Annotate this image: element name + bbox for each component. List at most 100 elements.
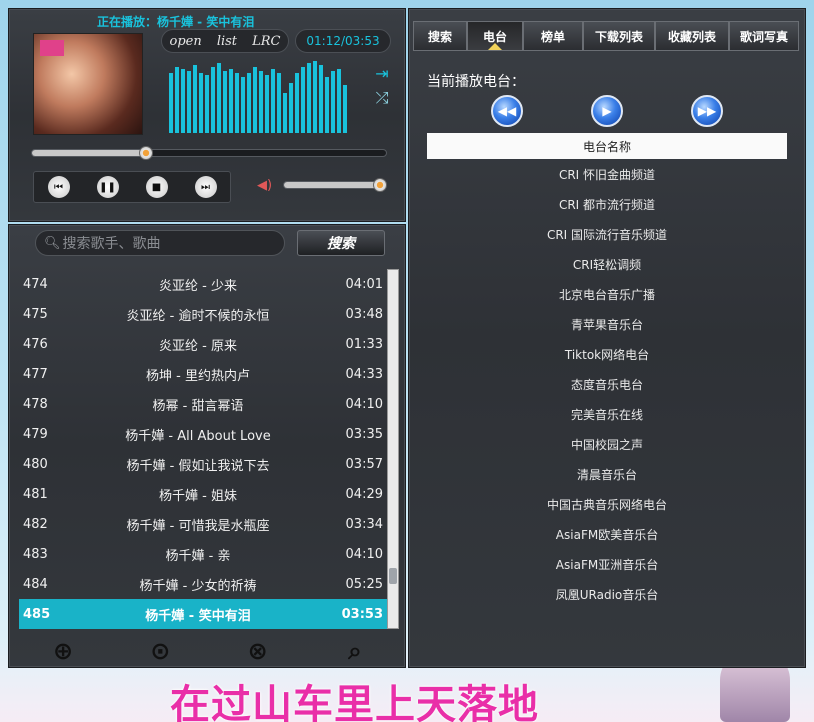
spectrum-bar (283, 93, 287, 133)
spectrum-bar (175, 67, 179, 133)
table-row[interactable]: 483 杨千嬅 - 亲 04:10 (19, 539, 387, 569)
song-dur: 03:35 (345, 426, 383, 442)
lrc-button[interactable]: LRC (252, 34, 280, 49)
progress-bar[interactable] (31, 146, 387, 160)
table-row[interactable]: 480 杨千嬅 - 假如让我说下去 03:57 (19, 449, 387, 479)
spectrum-bar (169, 73, 173, 133)
table-row[interactable]: 481 杨千嬅 - 姐妹 04:29 (19, 479, 387, 509)
station-list: CRI 怀旧金曲频道 CRI 都市流行频道 CRI 国际流行音乐频道 CRI轻松调频北… (427, 159, 787, 609)
locate-icon[interactable]: ⊙ (146, 637, 174, 665)
station-item[interactable]: CRI 怀旧金曲频道 (427, 159, 787, 189)
table-row[interactable]: 484 杨千嬅 - 少女的祈祷 05:25 (19, 569, 387, 599)
table-row[interactable]: 476 炎亚纶 - 原来 01:33 (19, 329, 387, 359)
song-title: 杨千嬅 - All About Love (125, 428, 271, 444)
station-item[interactable]: 清晨音乐台 (427, 459, 787, 489)
search-icon: 🔍︎ (44, 235, 61, 251)
song-num: 484 (23, 576, 48, 592)
previous-button[interactable]: ⏮ (47, 176, 70, 198)
song-title: 炎亚纶 - 逾时不候的永恒 (126, 308, 270, 324)
search-button[interactable]: 搜索 (297, 230, 385, 256)
spectrum-bar (217, 63, 221, 133)
song-title: 杨幂 - 甜言幂语 (152, 398, 244, 414)
tab-search[interactable]: 搜索 (413, 21, 467, 51)
playlist-panel: 🔍︎ 搜索歌手、歌曲 搜索 474 炎亚纶 - 少来 04:01 475 炎亚纶 - 逾… (8, 224, 406, 668)
playlist-scrollbar[interactable] (387, 269, 399, 629)
radio-previous-button[interactable]: ◀◀ (491, 95, 523, 127)
table-row[interactable]: 477 杨坤 - 里约热内卢 04:33 (19, 359, 387, 389)
volume-icon[interactable]: ◀) (257, 178, 272, 193)
player-panel: 正在播放：杨千嬅 - 笑中有泪 open list LRC 01:12/03:5… (8, 8, 406, 222)
spectrum-bar (343, 85, 347, 133)
tab-lyrics-photo[interactable]: 歌词写真 (729, 21, 799, 51)
station-item[interactable]: CRI 都市流行频道 (427, 189, 787, 219)
progress-knob[interactable] (138, 146, 153, 160)
previous-icon: ⏮ (54, 181, 63, 193)
volume-fill (284, 182, 379, 188)
station-item[interactable]: 凤凰URadio音乐台 (427, 579, 787, 609)
table-row[interactable]: 478 杨幂 - 甜言幂语 04:10 (19, 389, 387, 419)
mode-bar: open list LRC (161, 29, 289, 53)
station-item[interactable]: AsiaFM亚洲音乐台 (427, 549, 787, 579)
exit-icon[interactable]: ⇥ (373, 65, 391, 83)
list-button[interactable]: list (217, 34, 237, 49)
song-num: 479 (23, 426, 48, 442)
stop-icon: ■ (151, 181, 162, 193)
radio-controls: ◀◀ ▶ ▶▶ (491, 95, 723, 129)
song-dur: 04:10 (345, 546, 383, 562)
next-button[interactable]: ⏭ (194, 176, 217, 198)
find-icon[interactable]: ⌕ (341, 637, 369, 665)
song-dur: 03:57 (345, 456, 383, 472)
spectrum-bar (331, 71, 335, 133)
stop-button[interactable]: ■ (145, 176, 168, 198)
station-item[interactable]: 中国校园之声 (427, 429, 787, 459)
tab-bar: 搜索 电台 榜单 下载列表 收藏列表 歌词写真 (413, 21, 801, 51)
tab-charts[interactable]: 榜单 (523, 21, 583, 51)
volume-knob[interactable] (372, 178, 387, 192)
station-item[interactable]: 北京电台音乐广播 (427, 279, 787, 309)
table-row[interactable]: 479 杨千嬅 - All About Love 03:35 (19, 419, 387, 449)
table-row[interactable]: 485 杨千嬅 - 笑中有泪 03:53 (19, 599, 387, 629)
radio-next-button[interactable]: ▶▶ (691, 95, 723, 127)
station-item[interactable]: 完美音乐在线 (427, 399, 787, 429)
table-row[interactable]: 482 杨千嬅 - 可惜我是水瓶座 03:34 (19, 509, 387, 539)
song-title: 炎亚纶 - 原来 (159, 338, 237, 354)
spectrum-bar (265, 75, 269, 133)
open-button[interactable]: open (170, 34, 202, 49)
table-row[interactable]: 475 炎亚纶 - 逾时不候的永恒 03:48 (19, 299, 387, 329)
add-icon[interactable]: ⊕ (49, 637, 77, 665)
radio-play-button[interactable]: ▶ (591, 95, 623, 127)
tab-radio[interactable]: 电台 (467, 21, 523, 51)
spectrum-bar (205, 75, 209, 133)
pause-button[interactable]: ❚❚ (96, 176, 119, 198)
station-item[interactable]: 态度音乐电台 (427, 369, 787, 399)
tab-downloads[interactable]: 下载列表 (583, 21, 655, 51)
song-title: 杨千嬅 - 姐妹 (159, 488, 237, 504)
remove-icon[interactable]: ⊗ (244, 637, 272, 665)
playlist-tools: ⊕ ⊙ ⊗ ⌕ (49, 635, 369, 667)
spectrum-bar (235, 73, 239, 133)
tab-favorites[interactable]: 收藏列表 (655, 21, 729, 51)
shuffle-icon[interactable]: ⤮ (373, 89, 391, 107)
song-num: 476 (23, 336, 48, 352)
station-item[interactable]: Tiktok网络电台 (427, 339, 787, 369)
scrollbar-thumb[interactable] (389, 568, 397, 584)
search-input[interactable]: 🔍︎ 搜索歌手、歌曲 (35, 230, 285, 256)
spectrum-bar (223, 71, 227, 133)
station-item[interactable]: AsiaFM欧美音乐台 (427, 519, 787, 549)
song-title: 杨坤 - 里约热内卢 (146, 368, 250, 384)
station-item[interactable]: CRI轻松调频 (427, 249, 787, 279)
song-list: 474 炎亚纶 - 少来 04:01 475 炎亚纶 - 逾时不候的永恒 03:48 476… (19, 269, 387, 629)
volume-slider[interactable] (283, 178, 387, 192)
song-num: 481 (23, 486, 48, 502)
station-item[interactable]: CRI 国际流行音乐频道 (427, 219, 787, 249)
play-icon: ▶ (602, 104, 612, 118)
table-row[interactable]: 474 炎亚纶 - 少来 04:01 (19, 269, 387, 299)
album-cover[interactable] (33, 33, 143, 135)
station-item[interactable]: 青苹果音乐台 (427, 309, 787, 339)
song-dur: 03:34 (345, 516, 383, 532)
spectrum-bar (337, 69, 341, 133)
station-item[interactable]: 中国古典音乐网络电台 (427, 489, 787, 519)
playback-controls: ⏮ ❚❚ ■ ⏭ (33, 171, 231, 203)
station-list-header: 电台名称 (427, 133, 787, 159)
spectrum-bar (325, 77, 329, 133)
